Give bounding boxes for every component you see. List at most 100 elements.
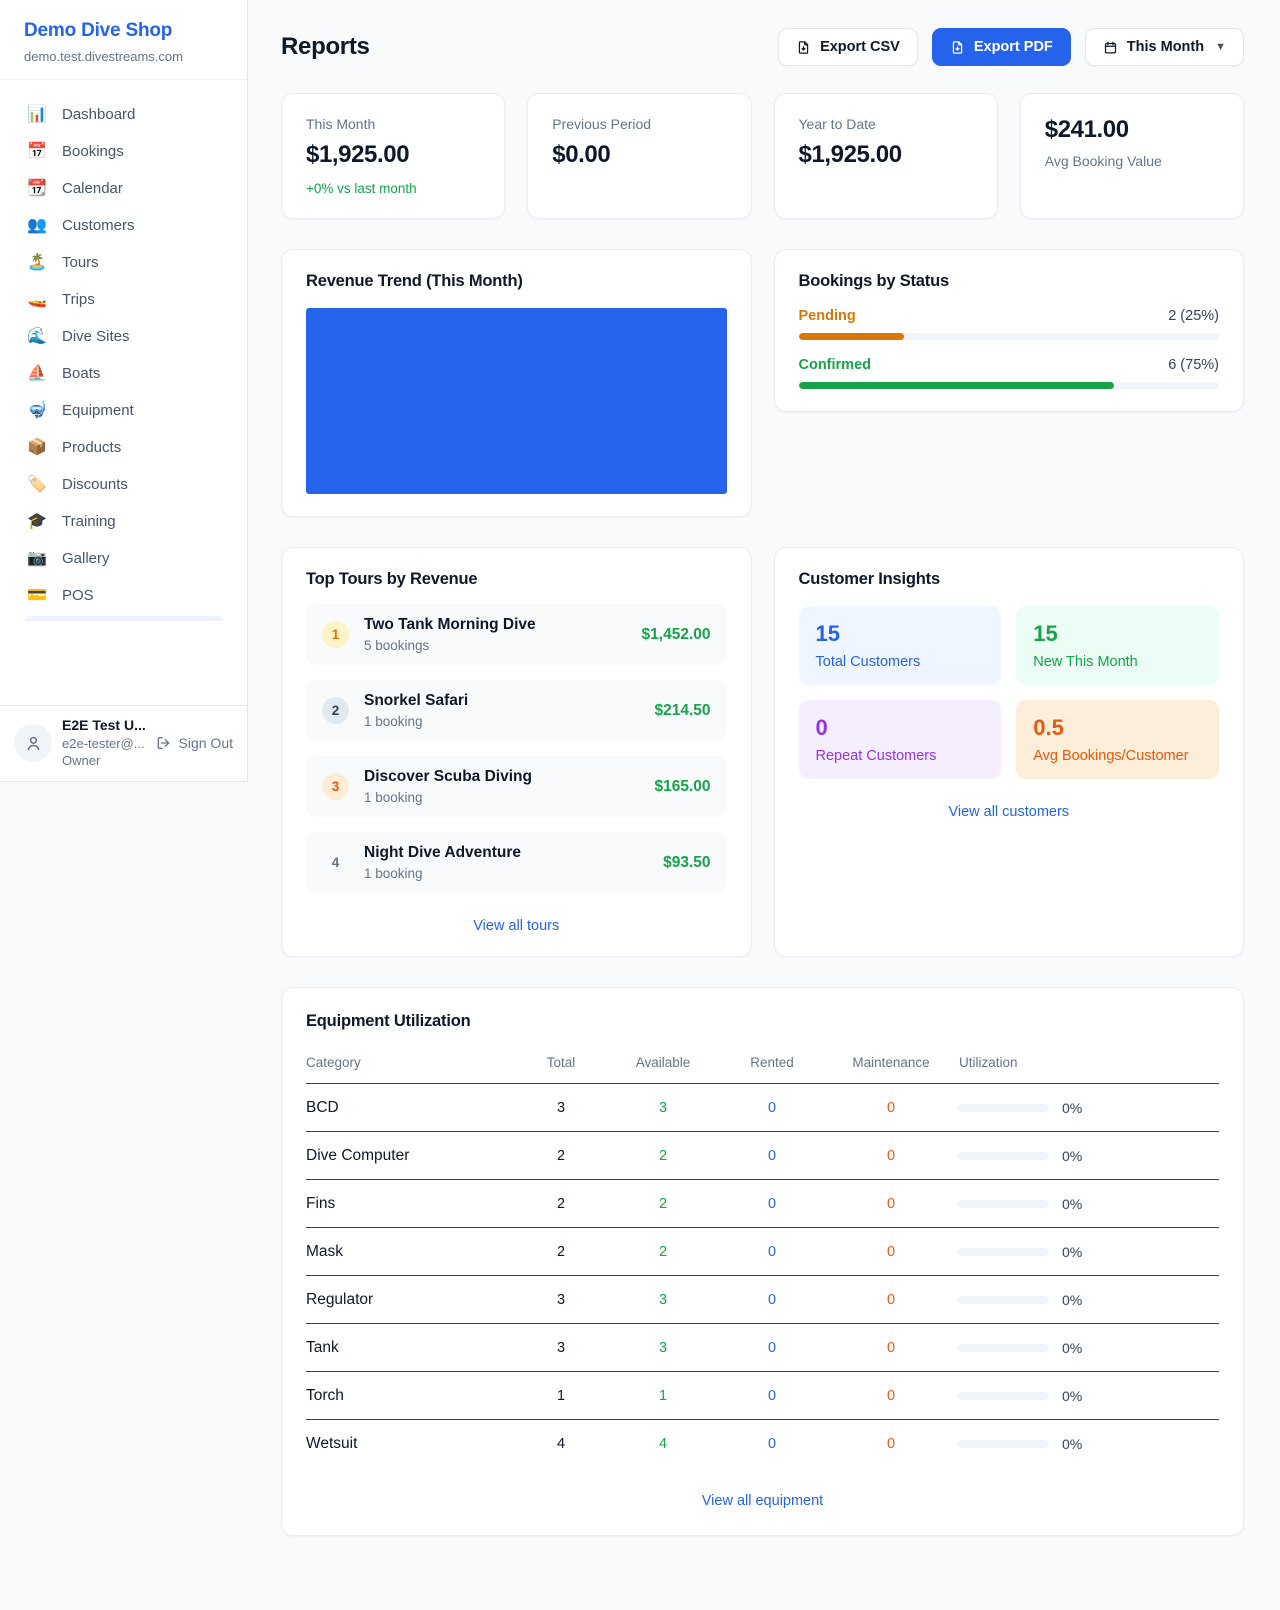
stat-value: $1,925.00 <box>306 141 480 169</box>
sidebar-item-equipment[interactable]: 🤿Equipment <box>12 392 235 429</box>
sidebar-item-dive-sites[interactable]: 🌊Dive Sites <box>12 318 235 355</box>
total-cell: 3 <box>515 1324 607 1372</box>
shop-name[interactable]: Demo Dive Shop <box>24 20 223 42</box>
maintenance-cell: 0 <box>825 1324 957 1372</box>
available-cell: 1 <box>607 1372 719 1420</box>
person-icon <box>24 734 43 753</box>
column-category: Category <box>306 1045 515 1084</box>
file-download-icon <box>950 40 965 55</box>
category-cell: Tank <box>306 1324 515 1372</box>
available-cell: 3 <box>607 1276 719 1324</box>
sidebar-item-tours[interactable]: 🏝️Tours <box>12 244 235 281</box>
customer-insights-card: Customer Insights 15 Total Customers 15 … <box>774 547 1245 957</box>
category-cell: Torch <box>306 1372 515 1420</box>
maintenance-cell: 0 <box>825 1276 957 1324</box>
tour-amount: $93.50 <box>663 854 710 872</box>
total-cell: 1 <box>515 1372 607 1420</box>
export-pdf-button[interactable]: Export PDF <box>932 28 1071 66</box>
sidebar-item-label: Calendar <box>62 180 123 197</box>
rented-cell: 0 <box>719 1180 825 1228</box>
total-cell: 2 <box>515 1180 607 1228</box>
tour-row: 4 Night Dive Adventure 1 booking $93.50 <box>306 832 727 893</box>
sidebar-item-customers[interactable]: 👥Customers <box>12 207 235 244</box>
bookings-by-status-card: Bookings by Status Pending 2 (25%) Confi… <box>774 249 1245 412</box>
status-row-pending: Pending 2 (25%) <box>799 308 1220 340</box>
charts-row: Revenue Trend (This Month) Bookings by S… <box>281 249 1244 517</box>
utilization-bar <box>957 1152 1049 1160</box>
table-row: Mask 2 2 0 0 0% <box>306 1228 1219 1276</box>
calendar-icon: 📆 <box>26 181 48 197</box>
tour-row: 1 Two Tank Morning Dive 5 bookings $1,45… <box>306 604 727 665</box>
sidebar-item-trips[interactable]: 🚤 Trips <box>12 281 235 318</box>
available-cell: 2 <box>607 1228 719 1276</box>
utilization-cell: 0% <box>957 1372 1219 1420</box>
sidebar-item-bookings[interactable]: 📅Bookings <box>12 133 235 170</box>
export-csv-button[interactable]: Export CSV <box>778 28 918 66</box>
rented-cell: 0 <box>719 1324 825 1372</box>
tile-repeat-customers: 0 Repeat Customers <box>799 700 1002 779</box>
sidebar-item-dashboard[interactable]: 📊Dashboard <box>12 96 235 133</box>
status-count: 2 (25%) <box>1168 308 1219 324</box>
utilization-cell: 0% <box>957 1084 1219 1132</box>
export-pdf-label: Export PDF <box>974 39 1053 55</box>
tile-value: 0 <box>816 715 985 741</box>
sidebar-item-gallery[interactable]: 📷Gallery <box>12 540 235 577</box>
tile-label: Avg Bookings/Customer <box>1033 748 1202 764</box>
stat-value: $241.00 <box>1045 116 1219 144</box>
tour-row: 2 Snorkel Safari 1 booking $214.50 <box>306 680 727 741</box>
sidebar-item-calendar[interactable]: 📆 Calendar <box>12 170 235 207</box>
tile-value: 0.5 <box>1033 715 1202 741</box>
available-cell: 4 <box>607 1420 719 1468</box>
user-name: E2E Test U... <box>62 717 146 733</box>
utilization-value: 0% <box>1062 1388 1082 1404</box>
revenue-trend-card: Revenue Trend (This Month) <box>281 249 752 517</box>
column-total: Total <box>515 1045 607 1084</box>
utilization-bar <box>957 1104 1049 1112</box>
view-all-tours-link[interactable]: View all tours <box>306 918 727 934</box>
utilization-value: 0% <box>1062 1196 1082 1212</box>
period-label: This Month <box>1127 39 1204 55</box>
total-cell: 2 <box>515 1132 607 1180</box>
tour-amount: $165.00 <box>654 778 710 796</box>
package-icon: 📦 <box>26 440 48 456</box>
period-dropdown[interactable]: This Month ▼ <box>1085 28 1244 66</box>
insight-tiles: 15 Total Customers 15 New This Month 0 R… <box>799 606 1220 779</box>
rented-cell: 0 <box>719 1132 825 1180</box>
revenue-trend-title: Revenue Trend (This Month) <box>306 272 727 291</box>
status-label: Pending <box>799 308 856 324</box>
speedboat-icon: 🚤 <box>26 292 48 308</box>
maintenance-cell: 0 <box>825 1084 957 1132</box>
view-all-customers-link[interactable]: View all customers <box>799 804 1220 820</box>
sidebar-item-discounts[interactable]: 🏷️Discounts <box>12 466 235 503</box>
utilization-value: 0% <box>1062 1436 1082 1452</box>
utilization-value: 0% <box>1062 1148 1082 1164</box>
utilization-cell: 0% <box>957 1324 1219 1372</box>
chevron-down-icon: ▼ <box>1215 41 1226 53</box>
total-cell: 3 <box>515 1084 607 1132</box>
sidebar-nav: 📊Dashboard 📅Bookings 📆 Calendar 👥Customer… <box>0 80 247 705</box>
utilization-cell: 0% <box>957 1276 1219 1324</box>
tile-label: Repeat Customers <box>816 748 985 764</box>
sailboat-icon: ⛵ <box>26 366 48 382</box>
sidebar-item-boats[interactable]: ⛵Boats <box>12 355 235 392</box>
sidebar-item-training[interactable]: 🎓Training <box>12 503 235 540</box>
revenue-trend-chart <box>306 308 727 494</box>
island-icon: 🏝️ <box>26 255 48 271</box>
sign-out-button[interactable]: Sign Out <box>156 735 233 751</box>
stats-row: This Month $1,925.00 +0% vs last month P… <box>281 93 1244 219</box>
sidebar-item-pos[interactable]: 💳POS <box>12 577 235 614</box>
category-cell: Dive Computer <box>306 1132 515 1180</box>
view-all-equipment-link[interactable]: View all equipment <box>306 1493 1219 1509</box>
sidebar-item-label: Trips <box>62 291 95 308</box>
tile-value: 15 <box>1033 621 1202 647</box>
bar-chart-icon: 📊 <box>26 107 48 123</box>
utilization-cell: 0% <box>957 1228 1219 1276</box>
utilization-cell: 0% <box>957 1420 1219 1468</box>
tile-total-customers: 15 Total Customers <box>799 606 1002 685</box>
sidebar-item-products[interactable]: 📦 Products <box>12 429 235 466</box>
status-bar-track <box>799 382 1220 389</box>
tour-bookings: 1 booking <box>364 866 521 881</box>
main-content: Reports Export CSV Export PDF This Month… <box>248 0 1280 1576</box>
sidebar-item-label: Products <box>62 439 121 456</box>
category-cell: Wetsuit <box>306 1420 515 1468</box>
